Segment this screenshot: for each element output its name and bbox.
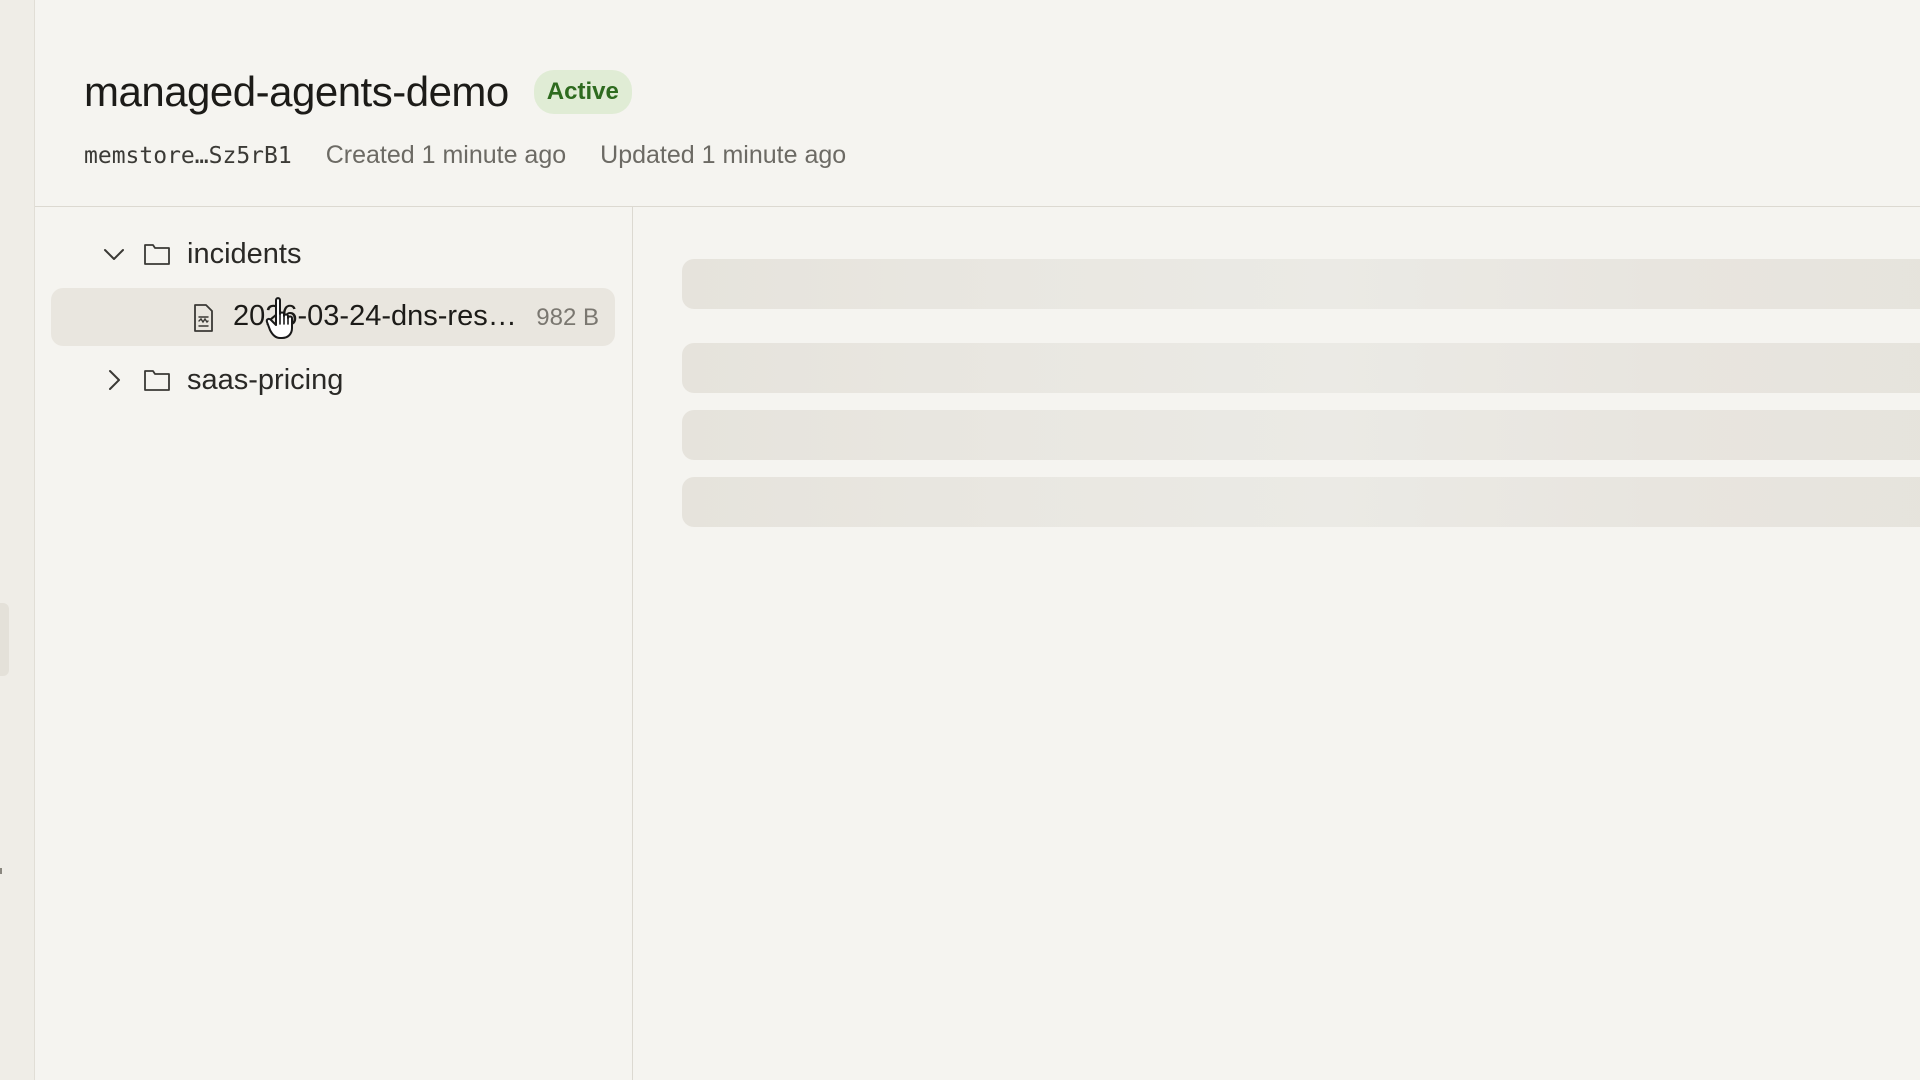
store-id[interactable]: memstore…Sz5rB1 bbox=[84, 143, 292, 169]
created-timestamp: Created 1 minute ago bbox=[325, 141, 567, 169]
chevron-right-icon[interactable] bbox=[99, 365, 129, 395]
rail-marker bbox=[0, 868, 2, 874]
tree-folder-incidents[interactable]: incidents bbox=[99, 225, 301, 283]
skeleton-line bbox=[682, 343, 1920, 393]
folder-icon bbox=[143, 365, 173, 395]
file-tree: incidents 2026-03-24-dns-res… 982 B saas… bbox=[35, 207, 633, 1080]
title-row: managed-agents-demo Active bbox=[84, 68, 632, 116]
chevron-down-icon[interactable] bbox=[99, 239, 129, 269]
document-icon bbox=[190, 303, 216, 333]
file-size: 982 B bbox=[536, 304, 599, 331]
page-title: managed-agents-demo bbox=[84, 68, 509, 115]
rail-collapse-handle[interactable] bbox=[0, 603, 9, 676]
left-rail bbox=[0, 0, 35, 1080]
meta-row: memstore…Sz5rB1 Created 1 minute ago Upd… bbox=[84, 141, 846, 170]
memory-store-header: managed-agents-demo Active memstore…Sz5r… bbox=[35, 0, 1920, 207]
status-badge: Active bbox=[533, 70, 632, 114]
tree-file-row[interactable]: 2026-03-24-dns-res… 982 B bbox=[51, 288, 615, 346]
skeleton-line bbox=[682, 410, 1920, 460]
skeleton-line bbox=[682, 259, 1920, 309]
folder-label: saas-pricing bbox=[187, 363, 344, 396]
hand-pointer-icon bbox=[265, 296, 299, 340]
file-preview-panel bbox=[634, 207, 1920, 1080]
tree-folder-saas-pricing[interactable]: saas-pricing bbox=[99, 351, 343, 409]
folder-icon bbox=[143, 239, 173, 269]
folder-label: incidents bbox=[187, 237, 302, 270]
skeleton-line bbox=[682, 477, 1920, 527]
updated-timestamp: Updated 1 minute ago bbox=[600, 141, 847, 169]
main-panel: managed-agents-demo Active memstore…Sz5r… bbox=[35, 0, 1920, 1080]
